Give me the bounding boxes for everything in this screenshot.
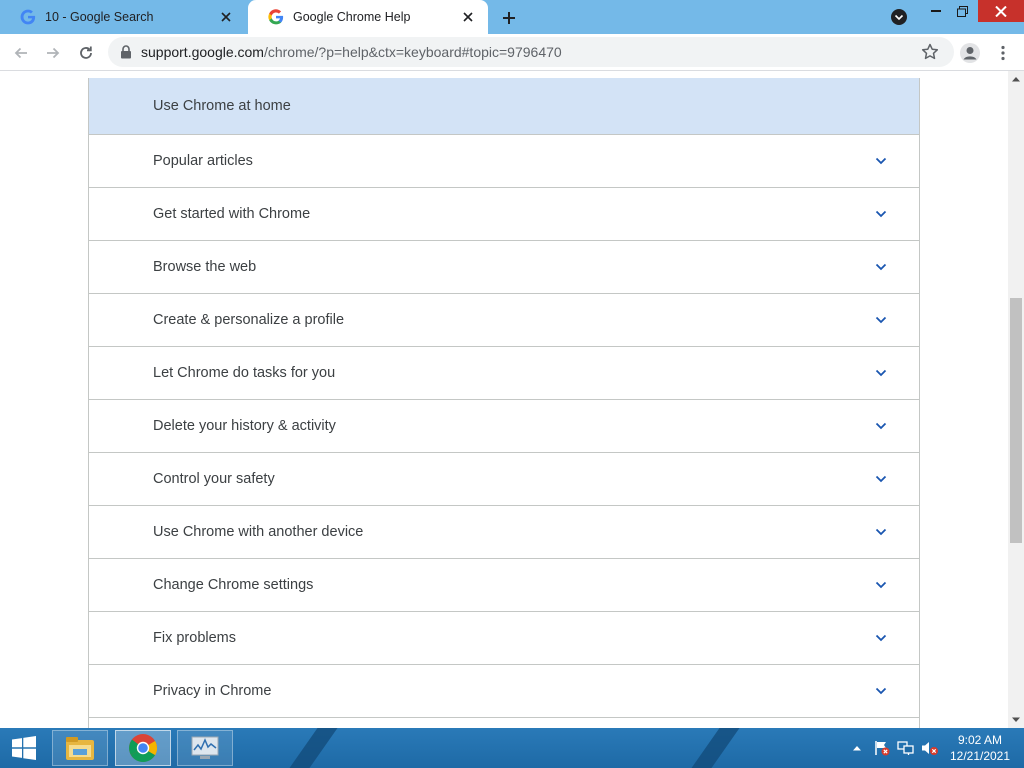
topic-row[interactable]: Get started with Chrome: [89, 188, 919, 241]
tab-google-search[interactable]: 10 - Google Search: [0, 0, 246, 34]
clock-time: 9:02 AM: [957, 733, 1003, 747]
topic-row[interactable]: Use Chrome with another device: [89, 506, 919, 559]
chevron-down-icon[interactable]: [873, 471, 889, 487]
help-topics-list: Use Chrome at home Popular articles Get s…: [88, 78, 920, 728]
url-path: /chrome/?p=help&ctx=keyboard#topic=97964…: [263, 44, 562, 60]
topic-row[interactable]: Control your safety: [89, 453, 919, 506]
close-tab-icon[interactable]: [218, 9, 234, 25]
scroll-down-icon[interactable]: [1008, 712, 1024, 728]
taskbar-decoration: [677, 728, 747, 768]
window-close-icon[interactable]: [978, 0, 1024, 22]
topic-label: Browse the web: [153, 259, 257, 275]
topic-row[interactable]: Privacy in Chrome: [89, 665, 919, 718]
chrome-icon[interactable]: [115, 730, 171, 766]
address-bar[interactable]: support.google.com/chrome/?p=help&ctx=ke…: [108, 37, 954, 67]
show-hidden-icons-icon[interactable]: [850, 728, 864, 768]
tab-title: Google Chrome Help: [293, 10, 411, 24]
bookmark-star-icon[interactable]: [920, 42, 940, 62]
topic-row[interactable]: [89, 718, 919, 728]
chevron-down-icon[interactable]: [873, 577, 889, 593]
action-center-flag-icon[interactable]: [872, 728, 892, 768]
network-icon[interactable]: [896, 728, 916, 768]
restore-icon[interactable]: [950, 0, 974, 22]
topic-row[interactable]: Delete your history & activity: [89, 400, 919, 453]
google-g-icon: [268, 9, 284, 25]
file-explorer-icon[interactable]: [52, 730, 108, 766]
minimize-icon[interactable]: [922, 0, 950, 22]
topic-label: Change Chrome settings: [153, 577, 314, 593]
tab-strip: 10 - Google Search Google Chrome Help: [0, 0, 1024, 34]
chevron-down-icon[interactable]: [873, 153, 889, 169]
tab-chrome-help[interactable]: Google Chrome Help: [248, 0, 488, 34]
chevron-down-icon[interactable]: [873, 418, 889, 434]
topic-label: Get started with Chrome: [153, 206, 311, 222]
volume-muted-icon[interactable]: [920, 728, 940, 768]
topic-row[interactable]: Fix problems: [89, 612, 919, 665]
back-arrow-icon[interactable]: [8, 40, 34, 66]
section-header: Use Chrome at home: [89, 78, 919, 135]
profile-avatar-icon[interactable]: [957, 40, 983, 66]
lock-icon[interactable]: [118, 44, 134, 60]
chevron-down-icon[interactable]: [873, 683, 889, 699]
topic-row[interactable]: Change Chrome settings: [89, 559, 919, 612]
browser-toolbar: support.google.com/chrome/?p=help&ctx=ke…: [0, 34, 1024, 71]
url-host: support.google.com: [141, 44, 264, 60]
chevron-down-icon[interactable]: [873, 312, 889, 328]
chevron-down-icon[interactable]: [873, 365, 889, 381]
topic-label: Create & personalize a profile: [153, 312, 345, 328]
chevron-down-icon[interactable]: [873, 206, 889, 222]
topic-row[interactable]: Create & personalize a profile: [89, 294, 919, 347]
google-g-icon: [20, 9, 36, 25]
topic-row[interactable]: Popular articles: [89, 135, 919, 188]
scrollbar-thumb[interactable]: [1010, 298, 1022, 543]
tab-search-icon[interactable]: [890, 8, 908, 26]
topic-label: Privacy in Chrome: [153, 683, 272, 699]
chevron-down-icon[interactable]: [873, 259, 889, 275]
topic-label: Control your safety: [153, 471, 275, 487]
scroll-up-icon[interactable]: [1008, 71, 1024, 87]
tab-title: 10 - Google Search: [45, 10, 154, 24]
topic-label: Delete your history & activity: [153, 418, 336, 434]
page-scrollbar[interactable]: [1008, 71, 1024, 728]
close-tab-icon[interactable]: [460, 9, 476, 25]
clock-date: 12/21/2021: [949, 749, 1011, 763]
page-viewport: Use Chrome at home Popular articles Get s…: [0, 71, 1008, 728]
chevron-down-icon[interactable]: [873, 630, 889, 646]
reload-icon[interactable]: [73, 40, 99, 66]
windows-start-icon[interactable]: [0, 728, 48, 768]
topic-row[interactable]: Let Chrome do tasks for you: [89, 347, 919, 400]
topic-label: Popular articles: [153, 153, 253, 169]
forward-arrow-icon[interactable]: [40, 40, 66, 66]
taskbar-clock[interactable]: 9:02 AM 12/21/2021: [944, 732, 1016, 764]
new-tab-icon[interactable]: [498, 7, 520, 29]
topic-label: Use Chrome with another device: [153, 524, 364, 540]
chrome-menu-icon[interactable]: [990, 40, 1016, 66]
taskbar-decoration: [275, 728, 345, 768]
performance-monitor-icon[interactable]: [177, 730, 233, 766]
topic-label: Let Chrome do tasks for you: [153, 365, 336, 381]
url-text: support.google.com/chrome/?p=help&ctx=ke…: [141, 44, 562, 60]
chevron-down-icon[interactable]: [873, 524, 889, 540]
topic-row[interactable]: Browse the web: [89, 241, 919, 294]
section-header-title: Use Chrome at home: [153, 98, 291, 114]
topic-label: Fix problems: [153, 630, 236, 646]
windows-taskbar: 9:02 AM 12/21/2021: [0, 728, 1024, 768]
